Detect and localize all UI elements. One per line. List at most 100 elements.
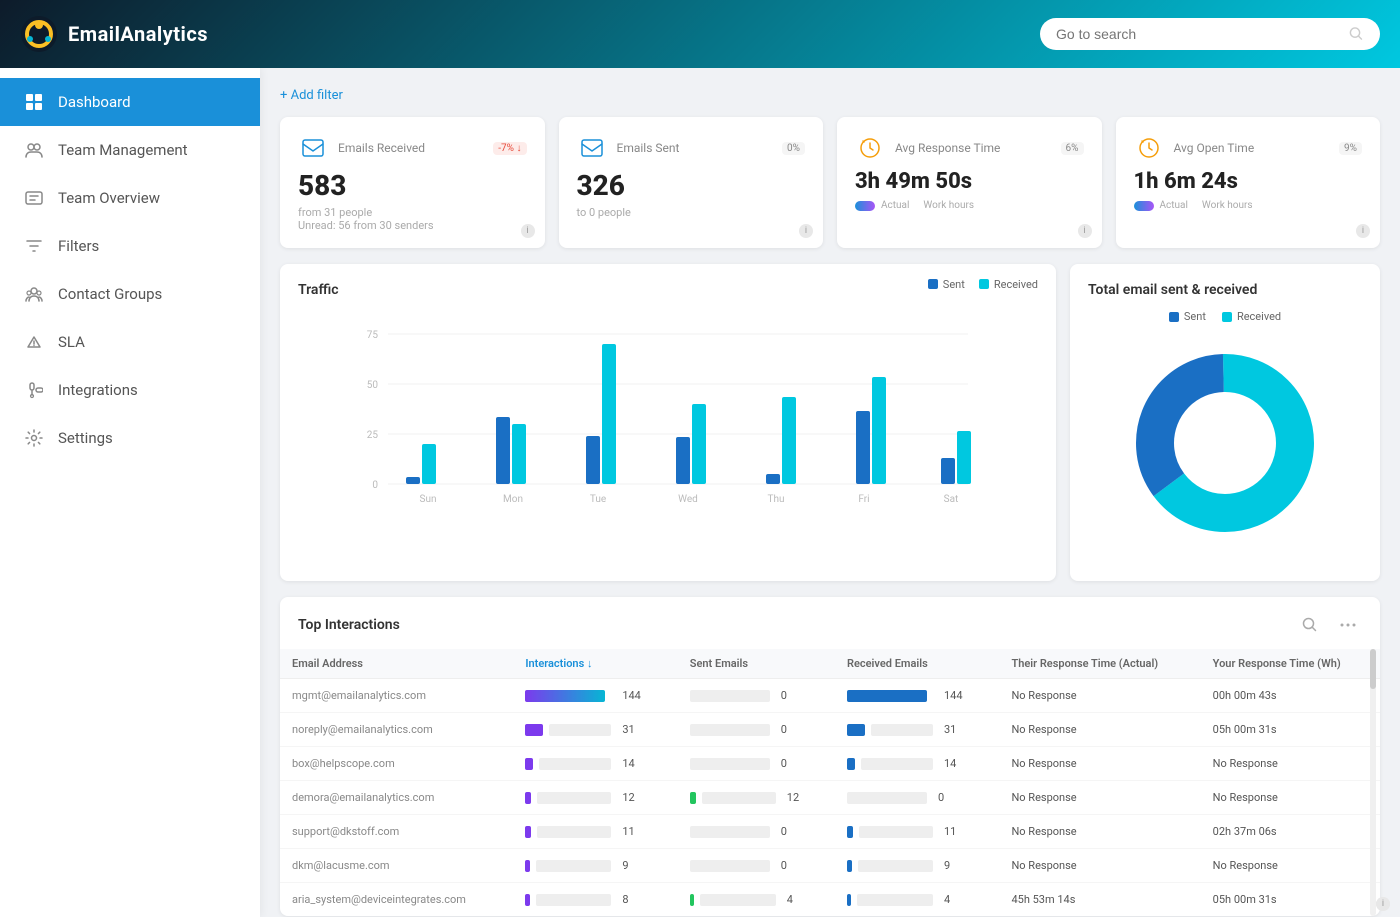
- scrollbar-thumb[interactable]: [1370, 649, 1376, 689]
- main-content: + Add filter Emails Received -7% ↓ 583 f…: [260, 68, 1400, 917]
- sidebar-item-integrations[interactable]: Integrations: [0, 366, 260, 414]
- stat-toggle-open: Actual Work hours: [1134, 200, 1363, 211]
- traffic-chart-title: Traffic: [298, 282, 339, 298]
- info-dot[interactable]: i: [1078, 224, 1092, 238]
- donut-sent-label: Sent: [1184, 310, 1206, 323]
- traffic-bar-chart: 75 50 25 0 Sun Mon Tue: [298, 324, 1038, 524]
- table-row: mgmt@emailanalytics.com 144 0: [280, 679, 1380, 713]
- sidebar-item-dashboard[interactable]: Dashboard: [0, 78, 260, 126]
- donut-legend-sent: Sent: [1169, 310, 1206, 323]
- your-response-cell: 00h 00m 43s: [1201, 679, 1380, 713]
- sidebar-item-label: SLA: [58, 333, 85, 351]
- their-response-cell: No Response: [999, 781, 1200, 815]
- info-dot[interactable]: i: [521, 224, 535, 238]
- stat-card-emails-sent: Emails Sent 0% 326 to 0 people i: [559, 117, 824, 248]
- table-header: Top Interactions: [280, 597, 1380, 649]
- table-row: aria_system@deviceintegrates.com 8 4: [280, 883, 1380, 917]
- email-cell: support@dkstoff.com: [280, 815, 513, 849]
- donut-svg: [1125, 343, 1325, 543]
- interactions-cell: 31: [513, 713, 677, 747]
- sidebar-item-settings[interactable]: Settings: [0, 414, 260, 462]
- sla-icon: [24, 332, 44, 352]
- sent-legend-label: Sent: [943, 278, 965, 291]
- sidebar-item-sla[interactable]: SLA: [0, 318, 260, 366]
- donut-legend-received: Received: [1222, 310, 1281, 323]
- your-response-cell: No Response: [1201, 747, 1380, 781]
- email-cell: aria_system@deviceintegrates.com: [280, 883, 513, 917]
- table-row: support@dkstoff.com 11 0: [280, 815, 1380, 849]
- info-dot[interactable]: i: [1356, 224, 1370, 238]
- email-cell: demora@emailanalytics.com: [280, 781, 513, 815]
- table-tbody: mgmt@emailanalytics.com 144 0: [280, 679, 1380, 917]
- emails-received-icon: [298, 133, 328, 163]
- their-response-cell: No Response: [999, 747, 1200, 781]
- table-header-row: Email Address Interactions ↓ Sent Emails…: [280, 649, 1380, 679]
- toggle-actual: [855, 201, 875, 211]
- received-cell: 0: [835, 781, 999, 815]
- sidebar-item-team-overview[interactable]: Team Overview: [0, 174, 260, 222]
- col-email: Email Address: [280, 649, 513, 679]
- team-overview-icon: [24, 188, 44, 208]
- info-dot[interactable]: i: [799, 224, 813, 238]
- table-row: box@helpscope.com 14 0 1: [280, 747, 1380, 781]
- your-response-cell: 02h 37m 06s: [1201, 815, 1380, 849]
- avg-response-label: Avg Response Time: [895, 141, 1051, 155]
- received-cell: 14: [835, 747, 999, 781]
- sidebar-item-contact-groups[interactable]: Contact Groups: [0, 270, 260, 318]
- sent-cell: 0: [678, 679, 835, 713]
- app-name: EmailAnalytics: [68, 22, 208, 46]
- emails-sent-badge: 0%: [782, 142, 805, 155]
- sidebar-item-filters[interactable]: Filters: [0, 222, 260, 270]
- col-their-response: Their Response Time (Actual): [999, 649, 1200, 679]
- scrollbar-track: [1370, 649, 1376, 916]
- received-legend-dot: [979, 279, 989, 289]
- traffic-chart-card: Traffic Sent Received: [280, 264, 1056, 581]
- col-your-response: Your Response Time (Wh): [1201, 649, 1380, 679]
- table-row: demora@emailanalytics.com 12 12: [280, 781, 1380, 815]
- svg-text:Wed: Wed: [678, 494, 698, 505]
- sent-cell: 4: [678, 883, 835, 917]
- add-filter-button[interactable]: + Add filter: [280, 88, 343, 103]
- your-response-cell: 05h 00m 31s: [1201, 883, 1380, 917]
- emails-sent-label: Emails Sent: [617, 141, 773, 155]
- your-response-cell: 05h 00m 31s: [1201, 713, 1380, 747]
- top-interactions-card: Top Interactions: [280, 597, 1380, 916]
- donut-received-dot: [1222, 312, 1232, 322]
- avg-open-label: Avg Open Time: [1174, 141, 1330, 155]
- their-response-cell: No Response: [999, 815, 1200, 849]
- avg-response-icon: [855, 133, 885, 163]
- search-input[interactable]: [1056, 26, 1341, 42]
- emails-sent-value: 326: [577, 169, 806, 202]
- contact-groups-icon: [24, 284, 44, 304]
- svg-text:0: 0: [372, 480, 378, 491]
- sent-cell: 0: [678, 713, 835, 747]
- table-more-button[interactable]: [1334, 611, 1362, 639]
- sent-cell: 0: [678, 849, 835, 883]
- stat-toggle-response: Actual Work hours: [855, 200, 1084, 211]
- avg-open-icon: [1134, 133, 1164, 163]
- col-received: Received Emails: [835, 649, 999, 679]
- sidebar-item-label: Integrations: [58, 381, 138, 399]
- team-management-icon: [24, 140, 44, 160]
- received-cell: 11: [835, 815, 999, 849]
- donut-chart-card: Total email sent & received Sent Receive…: [1070, 264, 1380, 581]
- stat-card-emails-received: Emails Received -7% ↓ 583 from 31 people…: [280, 117, 545, 248]
- their-response-cell: No Response: [999, 849, 1200, 883]
- search-bar[interactable]: [1040, 18, 1380, 50]
- avg-open-value: 1h 6m 24s: [1134, 169, 1363, 194]
- received-legend-label: Received: [994, 278, 1038, 291]
- interactions-cell: 8: [513, 883, 677, 917]
- interactions-cell: 11: [513, 815, 677, 849]
- donut-received-label: Received: [1237, 310, 1281, 323]
- received-cell: 144: [835, 679, 999, 713]
- col-sent: Sent Emails: [678, 649, 835, 679]
- emails-received-sub2: Unread: 56 from 30 senders: [298, 219, 527, 232]
- emails-sent-sub1: to 0 people: [577, 206, 806, 219]
- col-interactions[interactable]: Interactions ↓: [513, 649, 677, 679]
- table-search-button[interactable]: [1296, 611, 1324, 639]
- svg-text:Sun: Sun: [420, 494, 437, 505]
- sidebar-item-team-management[interactable]: Team Management: [0, 126, 260, 174]
- table-wrapper: Email Address Interactions ↓ Sent Emails…: [280, 649, 1380, 916]
- search-icon: [1349, 26, 1364, 42]
- email-cell: box@helpscope.com: [280, 747, 513, 781]
